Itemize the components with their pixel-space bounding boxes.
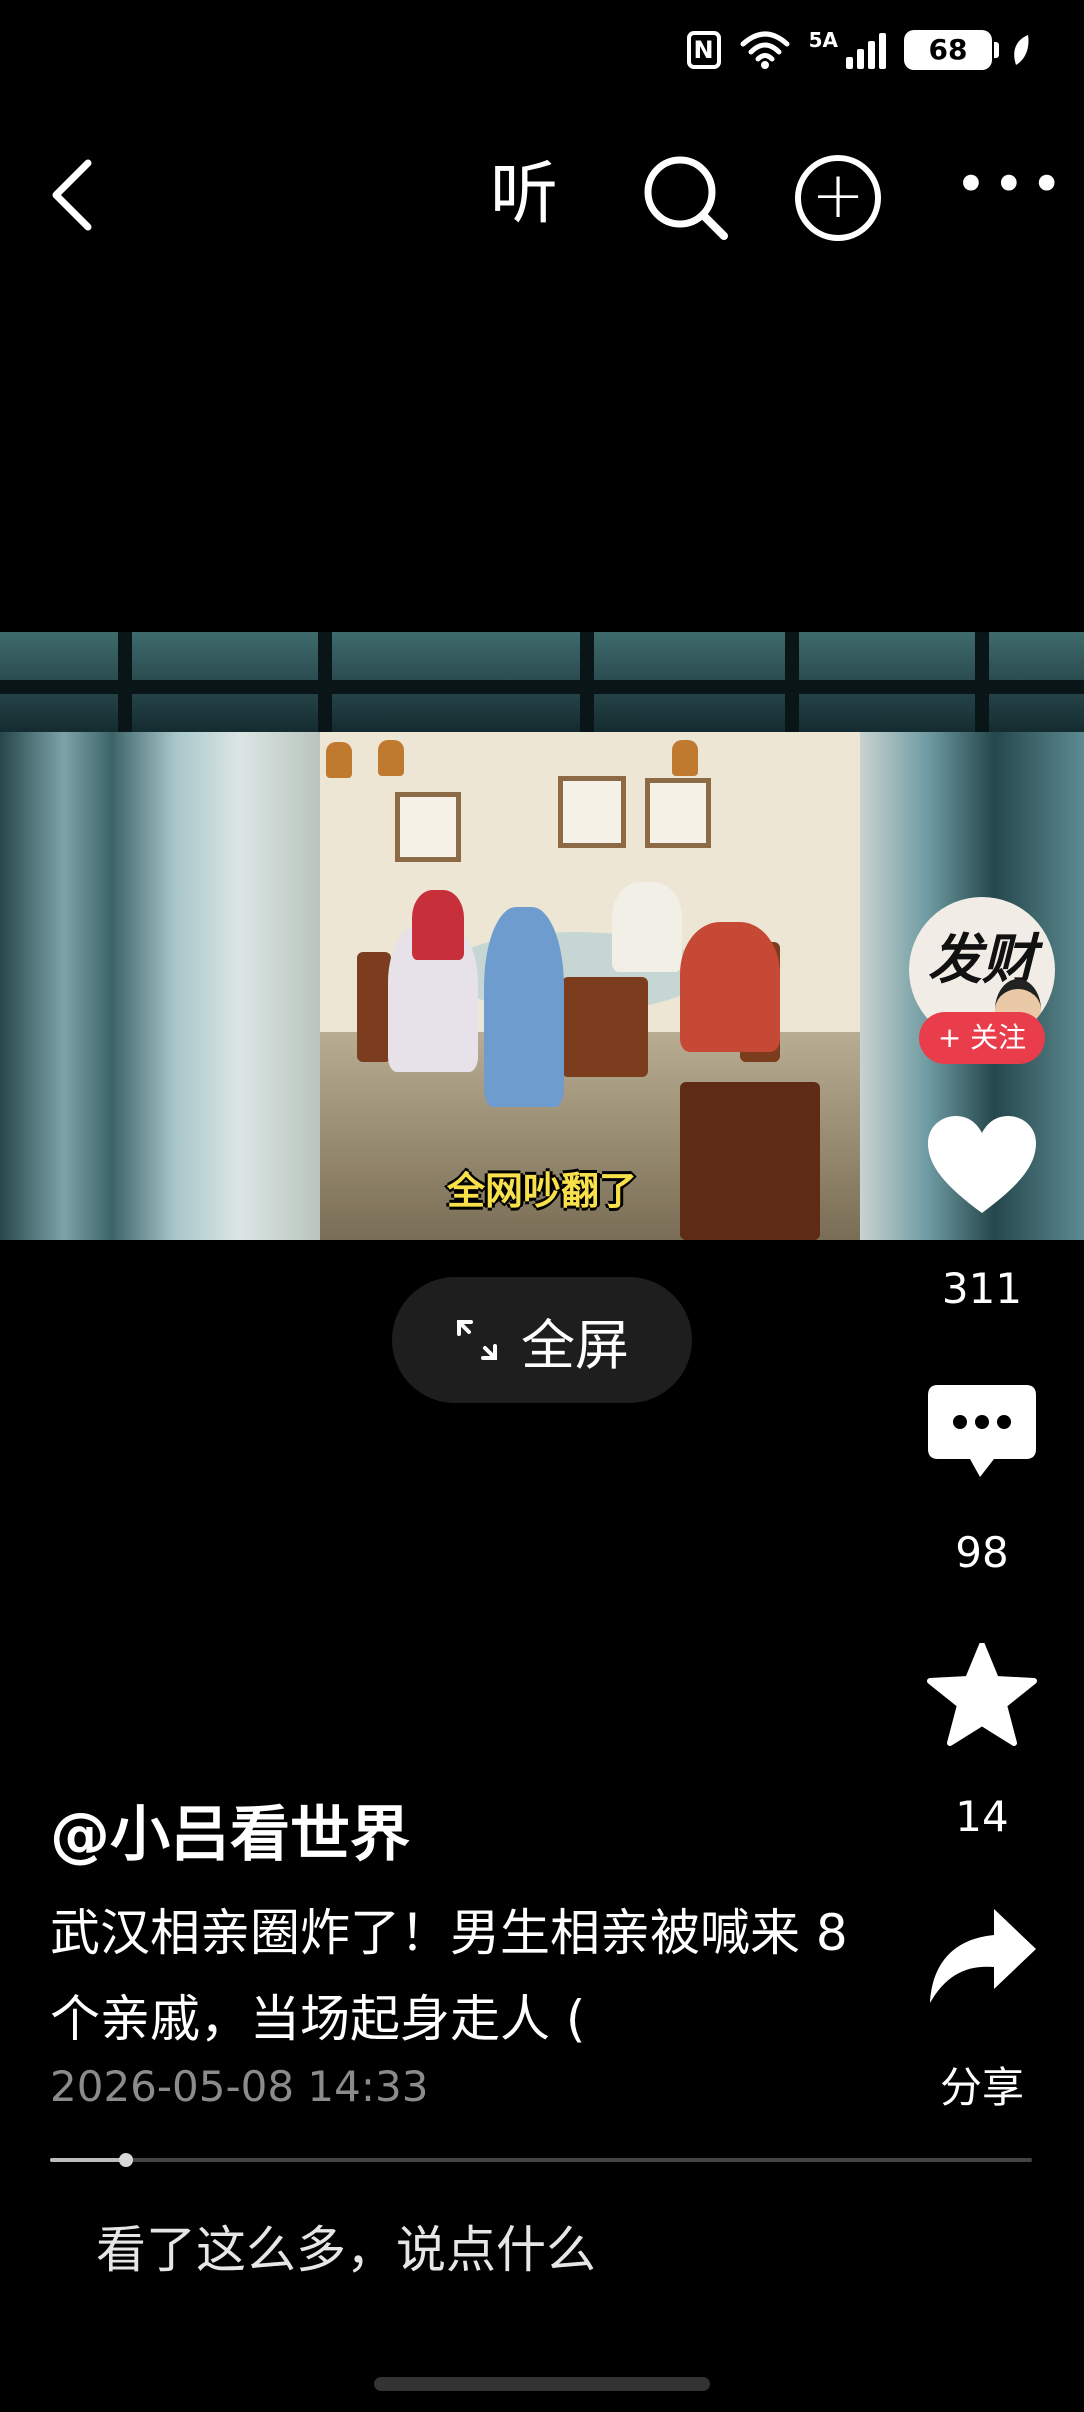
star-icon[interactable] bbox=[924, 1643, 1040, 1747]
fullscreen-label: 全屏 bbox=[521, 1313, 629, 1377]
leaf-icon bbox=[1014, 35, 1029, 65]
video-window-bar bbox=[0, 680, 1084, 694]
signal-icon bbox=[846, 31, 886, 69]
wifi-icon bbox=[740, 31, 790, 69]
add-icon[interactable]: + bbox=[795, 155, 881, 241]
post-description[interactable]: 武汉相亲圈炸了！男生相亲被喊来 8 个亲戚，当场起身走人 ( bbox=[50, 1890, 910, 2062]
video-painting bbox=[558, 776, 626, 848]
share-icon[interactable] bbox=[924, 1905, 1040, 2009]
video-painting bbox=[645, 778, 711, 848]
progress-fill bbox=[50, 2158, 126, 2162]
heart-icon[interactable] bbox=[924, 1113, 1040, 1217]
listen-button[interactable]: 听 bbox=[490, 150, 558, 240]
expand-icon bbox=[457, 1320, 497, 1360]
post-date: 2026-05-08 14:33 bbox=[50, 2062, 429, 2111]
share-label: 分享 bbox=[939, 2063, 1024, 2112]
video-chair bbox=[562, 977, 648, 1077]
back-icon[interactable] bbox=[40, 155, 110, 235]
network-label: 5A bbox=[808, 28, 838, 52]
video-person bbox=[412, 890, 464, 960]
video-chair bbox=[357, 952, 391, 1062]
search-icon[interactable] bbox=[640, 152, 730, 242]
battery-indicator: 68 bbox=[904, 30, 999, 70]
video-mullion bbox=[318, 632, 332, 732]
avatar-text: 发财 bbox=[928, 927, 1036, 991]
status-bar: N 5A 68 bbox=[0, 0, 1084, 110]
video-lamp bbox=[378, 740, 404, 776]
like-count: 311 bbox=[941, 1264, 1023, 1313]
video-subtitle: 全网吵翻了 bbox=[446, 1169, 637, 1213]
video-mullion bbox=[975, 632, 989, 732]
video-person bbox=[484, 907, 564, 1107]
status-icons: N 5A 68 bbox=[686, 28, 1032, 70]
video-person bbox=[680, 922, 780, 1052]
author-name[interactable]: @小吕看世界 bbox=[50, 1786, 410, 1873]
video-person bbox=[612, 882, 682, 972]
video-mullion bbox=[785, 632, 799, 732]
progress-handle[interactable] bbox=[118, 2153, 133, 2167]
video-mullion bbox=[118, 632, 132, 732]
video-painting bbox=[395, 792, 461, 862]
video-lamp bbox=[326, 742, 352, 778]
status-time bbox=[64, 32, 184, 72]
more-icon[interactable]: ••• bbox=[955, 158, 1063, 225]
video-lamp bbox=[672, 740, 698, 776]
comment-count: 98 bbox=[955, 1528, 1009, 1577]
nfc-icon: N bbox=[686, 31, 721, 69]
favorite-count: 14 bbox=[955, 1792, 1009, 1841]
progress-bar[interactable] bbox=[50, 2153, 1032, 2167]
fullscreen-button[interactable]: 全屏 bbox=[392, 1277, 692, 1403]
comment-input[interactable]: 看了这么多，说点什么 bbox=[96, 2210, 596, 2282]
comment-icon[interactable] bbox=[924, 1383, 1040, 1487]
home-indicator[interactable] bbox=[374, 2377, 710, 2391]
follow-button[interactable]: + 关注 bbox=[919, 1012, 1045, 1064]
video-mullion bbox=[580, 632, 594, 732]
